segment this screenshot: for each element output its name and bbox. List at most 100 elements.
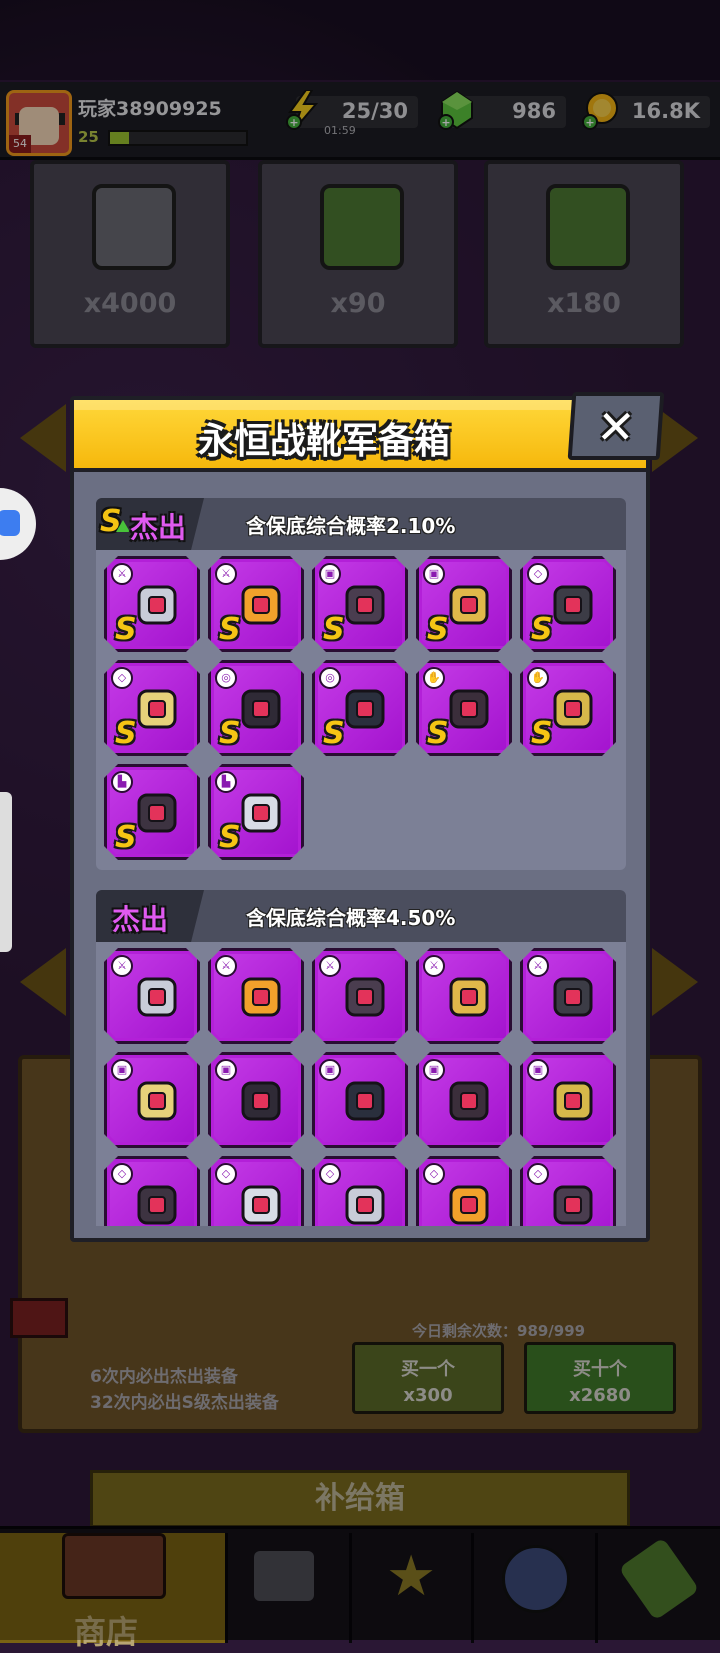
weapon-slot-icon: ⚔: [215, 563, 237, 585]
grade-label: S: [323, 716, 345, 751]
tab-battle[interactable]: ★: [352, 1533, 474, 1643]
prev-arrow-icon[interactable]: [20, 404, 66, 472]
equipment-item-dark-gauntlet[interactable]: ✋ S: [416, 660, 512, 756]
energy-bolt-icon: +: [286, 90, 319, 130]
equipment-item-flame-sword[interactable]: ⚔ S: [208, 556, 304, 652]
equipment-item-star-badge[interactable]: ◇: [520, 1156, 616, 1226]
katana-icon: [235, 971, 287, 1023]
section-header: 杰出 含保底综合概率4.50%: [96, 890, 626, 942]
equipment-item-gold-gauntlet[interactable]: ✋ S: [520, 660, 616, 756]
player-name: 玩家38909925: [78, 98, 222, 120]
equipment-item-star-ring[interactable]: ◇ S: [104, 660, 200, 756]
weapon-slot-icon: ⚔: [215, 955, 237, 977]
close-icon: ✕: [594, 400, 638, 454]
necklace-slot-icon: ◇: [527, 563, 549, 585]
equipment-item-plate-armor[interactable]: ▣: [208, 1052, 304, 1148]
purple-armor-icon: [443, 1075, 495, 1127]
close-button[interactable]: ✕: [567, 392, 665, 460]
tier-tag: 杰出: [96, 890, 204, 942]
magnify-icon[interactable]: [10, 1298, 68, 1338]
side-handle[interactable]: [0, 792, 12, 952]
grade-label: S: [323, 612, 345, 647]
equipment-item-dark-belt[interactable]: ◎ S: [208, 660, 304, 756]
glove-slot-icon: ✋: [527, 667, 549, 689]
equipment-item-emerald-ring[interactable]: ◇: [312, 1156, 408, 1226]
xp-bar: [108, 130, 248, 146]
next-arrow-icon[interactable]: [652, 948, 698, 1016]
section-epic: 杰出 含保底综合概率4.50% ⚔ ⚔ ⚔ ⚔ ⚔ ▣ ▣ ▣ ▣ ▣ ◇ ◇ ◇ ◇ ◇: [96, 890, 626, 1226]
equipment-item-vial-necklace[interactable]: ◇: [416, 1156, 512, 1226]
armor-slot-icon: ▣: [215, 1059, 237, 1081]
gem-counter[interactable]: + 986: [438, 90, 566, 130]
drop-rate: 含保底综合概率2.10%: [246, 514, 456, 538]
flame-sword-icon: [235, 579, 287, 631]
grade-label: S: [427, 716, 449, 751]
equipment-item-dark-armor[interactable]: ▣ S: [312, 556, 408, 652]
armor-slot-icon: ▣: [319, 1059, 341, 1081]
tier-label: 杰出: [130, 511, 187, 544]
buy-one-price: x300: [403, 1385, 453, 1406]
equipment-item-mech-armor[interactable]: ▣ S: [416, 556, 512, 652]
buy-one-button[interactable]: 买一个 x300: [352, 1342, 504, 1414]
equipment-item-tech-belt[interactable]: ◎ S: [312, 660, 408, 756]
equipment-item-gauntlet-gun[interactable]: ⚔ S: [104, 556, 200, 652]
modal-header: 永恒战靴军备箱: [74, 400, 646, 472]
buy-ten-price: x2680: [569, 1385, 631, 1406]
spike-collar-icon: [235, 1179, 287, 1226]
energy-counter[interactable]: + 25/30: [286, 90, 418, 130]
tab-evolve[interactable]: [598, 1533, 720, 1643]
shop-card-gems-1[interactable]: x90: [258, 160, 458, 348]
necklace-slot-icon: ◇: [111, 667, 133, 689]
equipment-item-shotgun[interactable]: ⚔: [416, 948, 512, 1044]
tier-label: 杰出: [112, 903, 169, 936]
fang-necklace-icon: [131, 1179, 183, 1226]
gem-value: 986: [512, 99, 556, 123]
equipment-item-fang-necklace[interactable]: ◇: [104, 1156, 200, 1226]
tech-belt-icon: [339, 683, 391, 735]
equipment-item-leaf-armor[interactable]: ▣: [104, 1052, 200, 1148]
shop-stall-icon: [62, 1533, 166, 1599]
necklace-slot-icon: ◇: [527, 1163, 549, 1185]
crate-preview-modal: 永恒战靴军备箱 ✕ S 杰出 含保底综合概率2.10% ⚔ S ⚔ S ▣ S ▣ S ◇ S ◇ S…: [70, 392, 665, 1242]
armor-slot-icon: ▣: [423, 1059, 445, 1081]
equipment-item-chain-necklace[interactable]: ◇ S: [520, 556, 616, 652]
tab-shop[interactable]: 商店: [0, 1533, 228, 1651]
player-avatar[interactable]: 54: [6, 90, 72, 156]
plate-armor-icon: [235, 1075, 287, 1127]
equipment-item-dark-boot[interactable]: ▙ S: [104, 764, 200, 860]
equipment-item-katana[interactable]: ⚔: [208, 948, 304, 1044]
vial-necklace-icon: [443, 1179, 495, 1226]
tab-weapons[interactable]: [228, 1533, 352, 1643]
tab-world[interactable]: [474, 1533, 598, 1643]
leaf-armor-icon: [131, 1075, 183, 1127]
equipment-item-police-armor[interactable]: ▣: [520, 1052, 616, 1148]
coin-counter[interactable]: + 16.8K: [582, 92, 710, 130]
gold-boot-icon: [235, 787, 287, 839]
shop-card-price: x90: [330, 288, 386, 319]
energy-value: 25/30: [341, 99, 408, 123]
shop-card-coins[interactable]: x4000: [30, 160, 230, 348]
equipment-item-gold-boot[interactable]: ▙ S: [208, 764, 304, 860]
section-header: S 杰出 含保底综合概率2.10%: [96, 498, 626, 550]
shop-card-gems-2[interactable]: x180: [484, 160, 684, 348]
shop-card-price: x180: [547, 288, 621, 319]
equipment-item-revolver[interactable]: ⚔: [312, 948, 408, 1044]
modal-scroll-area[interactable]: S 杰出 含保底综合概率2.10% ⚔ S ⚔ S ▣ S ▣ S ◇ S ◇ S ◎ S ◎ S ✋ S ✋ S ▙ S…: [74, 476, 646, 1226]
equipment-item-kunai[interactable]: ⚔: [104, 948, 200, 1044]
xp-bar-fill: [110, 132, 130, 144]
equipment-item-purple-armor[interactable]: ▣: [416, 1052, 512, 1148]
grade-label: S: [115, 716, 137, 751]
star-ring-icon: [131, 683, 183, 735]
weapon-slot-icon: ⚔: [319, 955, 341, 977]
equipment-item-drill[interactable]: ⚔: [520, 948, 616, 1044]
equipment-item-spike-collar[interactable]: ◇: [208, 1156, 304, 1226]
guarantee-line-1: 6次内必出杰出装备: [90, 1367, 238, 1387]
boots-slot-icon: ▙: [111, 771, 133, 793]
chip-item-icon: [320, 184, 404, 270]
tab-shop-label: 商店: [74, 1613, 139, 1651]
guarantee-line-2: 32次内必出S级杰出装备: [90, 1393, 279, 1413]
buy-ten-button[interactable]: 买十个 x2680: [524, 1342, 676, 1414]
prev-arrow-icon[interactable]: [20, 948, 66, 1016]
dark-belt-icon: [235, 683, 287, 735]
equipment-item-emerald-armor[interactable]: ▣: [312, 1052, 408, 1148]
